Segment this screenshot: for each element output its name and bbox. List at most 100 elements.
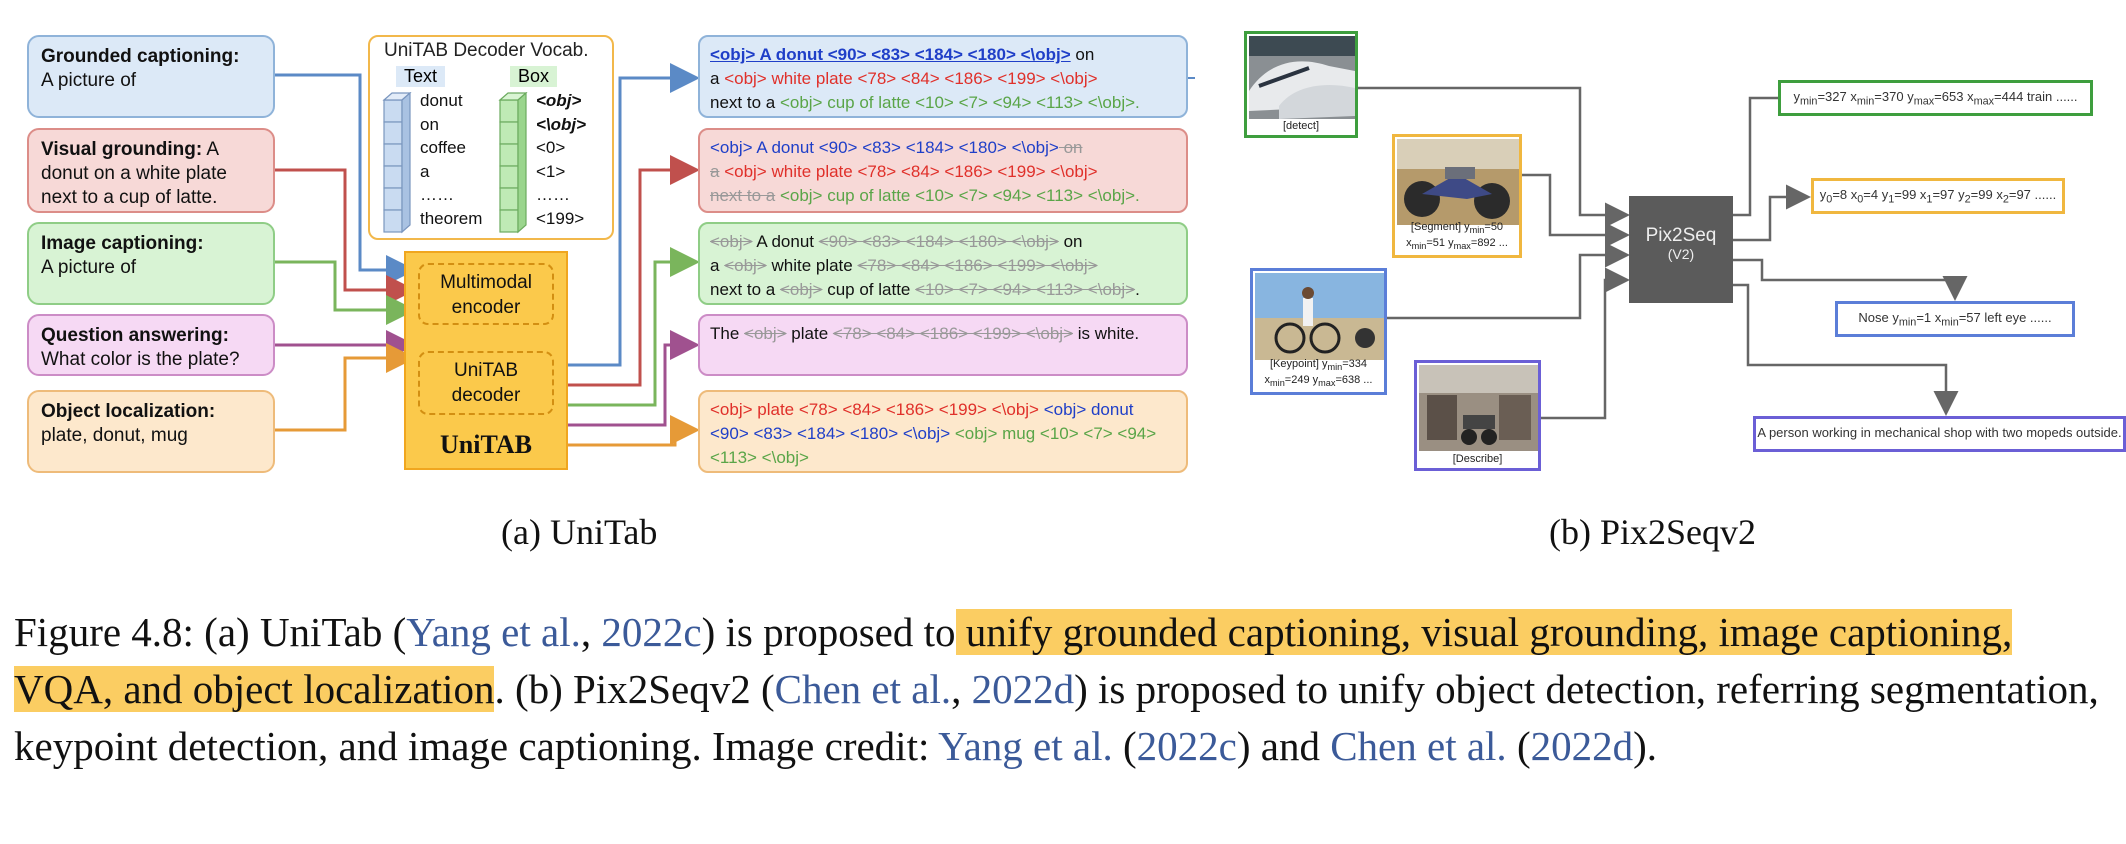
pix2seq-model: Pix2Seq (V2) (1629, 196, 1733, 303)
output-token: <obj> (744, 324, 787, 343)
sub-min: min (1327, 361, 1343, 372)
result-keypoint: Nose ymin=1 xmin=57 left eye ...... (1835, 301, 2075, 337)
vocab-box-header: Box (510, 66, 558, 87)
sub-max: max (1453, 241, 1471, 251)
output-token: <obj> (779, 280, 823, 299)
task-image-captioning: Image captioning: A picture of (27, 222, 275, 305)
segment-caption-text: =892 ... (1470, 236, 1508, 249)
segment-caption-text: [Segment] y (1410, 220, 1470, 233)
output-token: <10> <7> <94> <113> <\obj> (915, 280, 1136, 299)
result-detection: ymin=327 xmin=370 ymax=653 xmax=444 trai… (1778, 80, 2093, 116)
vocab-box-item: <obj> (536, 91, 582, 110)
output-text: cup of latte (822, 280, 916, 299)
result-caption: A person working in mechanical shop with… (1753, 416, 2126, 452)
caption-ref-link[interactable]: Chen et al. (1330, 723, 1506, 769)
output-grounded-captioning: <obj> A donut <90> <83> <184> <180> <\ob… (698, 35, 1188, 118)
vocab-text-item: a (420, 161, 430, 181)
caption-text: ). (1633, 723, 1657, 769)
task-text: A picture of (41, 257, 137, 278)
task-label: Visual grounding: (41, 139, 203, 160)
keypoint-caption-text: =249 y (1284, 373, 1319, 386)
caption-text: ( (1112, 723, 1137, 769)
result-segmentation-text: y0=8 x0=4 y1=99 x1=97 y2=99 x2=97 ...... (1819, 187, 2057, 206)
shop-image (1419, 365, 1538, 451)
caption-ref-link[interactable]: 2022c (601, 609, 701, 655)
task-label: Grounded captioning: (41, 46, 240, 67)
pix2seq-title: Pix2Seq (1645, 225, 1717, 246)
keypoint-caption-text: =638 ... (1335, 373, 1373, 386)
output-visual-grounding: <obj> A donut <90> <83> <184> <180> <\ob… (698, 128, 1188, 213)
output-question-answering: The <obj> plate <78> <84> <186> <199> <\… (698, 314, 1188, 376)
describe-thumbnail: [Describe] (1414, 360, 1541, 471)
text-token-stack (382, 92, 412, 234)
result-caption-text: A person working in mechanical shop with… (1757, 425, 2122, 440)
vocab-box-item: <0> (536, 138, 566, 157)
vocab-box-item: <1> (536, 161, 566, 181)
output-text: a (710, 256, 725, 275)
pix2seq-version: (V2) (1667, 246, 1695, 262)
output-token: <obj> plate <78> <84> <186> <199> <\obj> (710, 400, 1039, 419)
segment-thumbnail: [Segment] ymin=50 xmin=51 ymax=892 ... (1392, 134, 1522, 258)
task-label: Object localization: (41, 401, 216, 422)
sub-max: max (1318, 378, 1336, 388)
caption-ref-link[interactable]: Chen et al. (775, 666, 951, 712)
caption-ref-link[interactable]: 2022d (972, 666, 1075, 712)
output-token: <78> <84> <186> <199> <\obj> (857, 256, 1098, 275)
segment-caption-text: =51 y (1426, 236, 1454, 249)
task-text: plate, donut, mug (41, 425, 188, 446)
vocab-text-item: …… (420, 185, 454, 204)
output-token: <obj> cup of latte <10> <7> <94> <113> <… (775, 186, 1140, 205)
caption-ref-link[interactable]: 2022c (1137, 723, 1237, 769)
output-token: <78> <84> <186> <199> <\obj> (832, 324, 1074, 343)
task-object-localization: Object localization: plate, donut, mug (27, 390, 275, 473)
result-keypoint-text: Nose ymin=1 xmin=57 left eye ...... (1858, 310, 2052, 329)
task-grounded-captioning: Grounded captioning: A picture of (27, 35, 275, 118)
output-text: The (710, 324, 745, 343)
caption-text: Figure 4.8: (a) UniTab ( (14, 609, 407, 655)
output-object-localization: <obj> plate <78> <84> <186> <199> <\obj>… (698, 390, 1188, 473)
segment-caption-text: =50 (1484, 220, 1504, 233)
output-token: <obj> (710, 232, 753, 251)
caption-ref-link[interactable]: Yang et al. (938, 723, 1113, 769)
caption-text: . (b) Pix2Seqv2 ( (494, 666, 775, 712)
vocab-box-item: <\obj> (536, 114, 587, 134)
caption-text: ) is proposed to (701, 609, 956, 655)
sub-min: min (1469, 224, 1485, 235)
detect-thumbnail: [detect] (1244, 31, 1358, 138)
output-token: <obj> A donut <90> <83> <184> <180> <\ob… (710, 138, 1059, 157)
task-label: Image captioning: (41, 233, 204, 254)
caption-text: , (951, 666, 972, 712)
output-token: <obj> white plate <78> <84> <186> <199> … (719, 162, 1098, 181)
train-image (1249, 36, 1355, 119)
vocab-text-items: donut on coffee a …… theorem (420, 89, 482, 230)
sub-min: min (1411, 241, 1427, 251)
task-text: What color is the plate? (41, 349, 240, 370)
cyclist-image (1255, 273, 1384, 360)
unitab-name: UniTAB (440, 430, 532, 459)
output-token: <obj> A donut <90> <83> <184> <180> <\ob… (710, 45, 1071, 64)
decoder-vocab: UniTAB Decoder Vocab. Text Box donut on … (368, 35, 614, 240)
output-token: <obj> white plate <78> <84> <186> <199> … (724, 69, 1098, 88)
output-image-captioning: <obj> A donut <90> <83> <184> <180> <\ob… (698, 222, 1188, 305)
output-text: on (1058, 232, 1083, 251)
vocab-box-items: <obj> <\obj> <0> <1> …… <199> (536, 89, 586, 230)
result-segmentation: y0=8 x0=4 y1=99 x1=97 y2=99 x2=97 ...... (1811, 178, 2065, 214)
output-text: A donut (752, 232, 819, 251)
keypoint-thumbnail: [Keypoint] ymin=334 xmin=249 ymax=638 ..… (1250, 268, 1387, 395)
output-token: <obj> (724, 256, 767, 275)
vocab-text-header: Text (396, 66, 446, 87)
multimodal-encoder: Multimodal encoder (418, 263, 554, 325)
output-text: . (1135, 280, 1140, 299)
unitab-decoder: UniTAB decoder (418, 351, 554, 415)
result-detection-text: ymin=327 xmin=370 ymax=653 xmax=444 trai… (1793, 89, 2078, 108)
task-text: A picture of (41, 70, 137, 91)
caption-ref-link[interactable]: 2022d (1531, 723, 1634, 769)
sub-min: min (1270, 378, 1285, 388)
subcaption-b: (b) Pix2Seqv2 (1549, 512, 1756, 552)
output-text: white plate (766, 256, 858, 275)
unitab-model: Multimodal encoder UniTAB decoder UniTAB (404, 251, 568, 470)
keypoint-caption: [Keypoint] ymin=334 xmin=249 ymax=638 ..… (1253, 358, 1384, 390)
caption-ref-link[interactable]: Yang et al. (406, 609, 581, 655)
caption-text: ( (1506, 723, 1531, 769)
keypoint-caption-text: =334 (1342, 357, 1368, 370)
